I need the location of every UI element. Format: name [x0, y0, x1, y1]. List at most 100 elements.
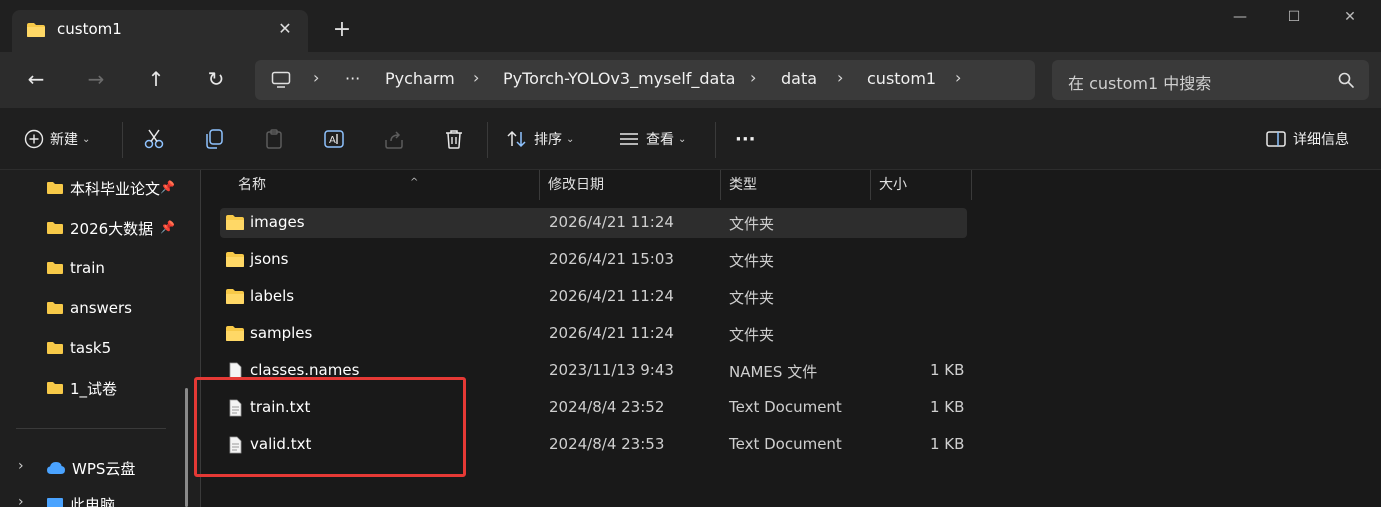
- folder-icon: [47, 262, 63, 274]
- file-name: samples: [250, 324, 313, 342]
- minimize-button[interactable]: —: [1220, 6, 1260, 28]
- new-tab-button[interactable]: +: [330, 18, 354, 42]
- title-bar: custom1 ✕ + — ☐ ✕: [0, 0, 1381, 52]
- file-size: 1 KB: [930, 361, 965, 379]
- paste-icon[interactable]: [263, 128, 285, 150]
- back-button[interactable]: ←: [18, 64, 54, 94]
- file-row[interactable]: jsons 2026/4/21 15:03 文件夹: [220, 245, 967, 275]
- annotation-highlight-box: [194, 377, 466, 477]
- sort-ascending-icon: ^: [410, 177, 419, 188]
- folder-icon: [226, 252, 244, 267]
- sort-button-label: 排序: [534, 132, 562, 148]
- chevron-right-icon[interactable]: ›: [18, 458, 24, 474]
- folder-icon: [226, 289, 244, 304]
- cut-icon[interactable]: [143, 128, 165, 150]
- sidebar-item-2026-bigdata[interactable]: 2026大数据: [46, 216, 176, 240]
- refresh-button[interactable]: ↻: [198, 64, 234, 94]
- file-row[interactable]: images 2026/4/21 11:24 文件夹: [220, 208, 967, 238]
- toolbar-divider: [122, 122, 123, 158]
- view-button-label: 查看: [646, 132, 674, 148]
- search-box[interactable]: 在 custom1 中搜索: [1052, 60, 1369, 100]
- breadcrumb-pycharm[interactable]: Pycharm: [385, 69, 455, 88]
- navigation-bar: ← → ↑ ↻ › ··· Pycharm › PyTorch-YOLOv3_m…: [0, 52, 1381, 108]
- breadcrumb-separator[interactable]: ›: [473, 68, 479, 87]
- file-modified: 2026/4/21 15:03: [549, 250, 674, 268]
- share-icon[interactable]: [383, 128, 405, 150]
- forward-button[interactable]: →: [78, 64, 114, 94]
- tab-custom1[interactable]: custom1 ✕: [12, 10, 308, 52]
- sidebar-item-train[interactable]: train: [46, 256, 176, 280]
- view-icon: [620, 133, 638, 145]
- address-bar[interactable]: › ··· Pycharm › PyTorch-YOLOv3_myself_da…: [255, 60, 1035, 100]
- up-button[interactable]: ↑: [138, 64, 174, 94]
- file-modified: 2023/11/13 9:43: [549, 361, 674, 379]
- delete-icon[interactable]: [443, 128, 465, 150]
- new-button[interactable]: 新建 ⌄: [24, 126, 90, 152]
- sort-icon: [507, 130, 526, 148]
- sidebar-item-thesis[interactable]: 本科毕业论文: [46, 176, 176, 200]
- file-modified: 2024/8/4 23:52: [549, 398, 665, 416]
- navigation-pane: 本科毕业论文 📌 2026大数据 📌 train answers task5 1…: [0, 170, 200, 507]
- pin-icon: 📌: [160, 220, 175, 234]
- close-window-button[interactable]: ✕: [1330, 6, 1370, 28]
- file-row[interactable]: labels 2026/4/21 11:24 文件夹: [220, 282, 967, 312]
- new-button-label: 新建: [50, 132, 78, 148]
- details-pane-label: 详细信息: [1293, 132, 1349, 148]
- close-tab-icon[interactable]: ✕: [274, 18, 296, 40]
- folder-icon: [47, 222, 63, 234]
- column-header-type[interactable]: 类型: [721, 170, 871, 200]
- file-type: 文件夹: [729, 326, 775, 344]
- maximize-button[interactable]: ☐: [1274, 6, 1314, 28]
- chevron-right-icon[interactable]: ›: [18, 494, 24, 507]
- breadcrumb-separator[interactable]: ›: [955, 68, 961, 87]
- breadcrumb-separator[interactable]: ›: [313, 68, 319, 87]
- sidebar-divider: [16, 428, 166, 429]
- file-type: 文件夹: [729, 215, 775, 233]
- column-header-modified[interactable]: 修改日期: [540, 170, 721, 200]
- breadcrumb-separator[interactable]: ›: [750, 68, 756, 87]
- search-icon[interactable]: [1337, 71, 1355, 89]
- toolbar-divider: [487, 122, 488, 158]
- sidebar-item-wps-cloud[interactable]: WPS云盘: [46, 456, 176, 480]
- breadcrumb-separator[interactable]: ›: [837, 68, 843, 87]
- chevron-down-icon: ⌄: [566, 133, 575, 145]
- view-button[interactable]: 查看 ⌄: [618, 126, 686, 152]
- file-modified: 2026/4/21 11:24: [549, 324, 674, 342]
- file-type: 文件夹: [729, 252, 775, 270]
- svg-text:A: A: [329, 135, 336, 146]
- column-header-size[interactable]: 大小: [871, 170, 972, 200]
- file-modified: 2024/8/4 23:53: [549, 435, 665, 453]
- command-bar: 新建 ⌄ A 排序 ⌄ 查看 ⌄ ··· 详细信息: [0, 108, 1381, 170]
- folder-icon: [47, 302, 63, 314]
- breadcrumb-pytorch-yolov3[interactable]: PyTorch-YOLOv3_myself_data: [503, 69, 735, 88]
- folder-icon: [47, 342, 63, 354]
- sidebar-scrollbar[interactable]: [185, 388, 188, 507]
- folder-icon: [47, 382, 63, 394]
- file-size: 1 KB: [930, 398, 965, 416]
- file-modified: 2026/4/21 11:24: [549, 213, 674, 231]
- breadcrumb-custom1[interactable]: custom1: [867, 69, 936, 88]
- chevron-down-icon: ⌄: [678, 133, 687, 145]
- breadcrumb-more[interactable]: ···: [345, 69, 360, 88]
- copy-icon[interactable]: [203, 128, 225, 150]
- more-options-button[interactable]: ···: [735, 126, 756, 152]
- search-input[interactable]: 在 custom1 中搜索: [1068, 70, 1211, 94]
- breadcrumb-data[interactable]: data: [781, 69, 817, 88]
- file-type: NAMES 文件: [729, 363, 818, 381]
- rename-icon[interactable]: A: [323, 128, 345, 150]
- toolbar-divider: [715, 122, 716, 158]
- pin-icon: 📌: [160, 180, 175, 194]
- sort-button[interactable]: 排序 ⌄: [506, 126, 574, 152]
- details-pane-button[interactable]: 详细信息: [1265, 126, 1349, 152]
- sidebar-item-this-pc[interactable]: 此电脑: [46, 492, 176, 507]
- column-header-name[interactable]: 名称 ^: [230, 170, 540, 200]
- file-row[interactable]: samples 2026/4/21 11:24 文件夹: [220, 319, 967, 349]
- sidebar-item-answers[interactable]: answers: [46, 296, 176, 320]
- file-name: images: [250, 213, 305, 231]
- sidebar-item-exam[interactable]: 1_试卷: [46, 376, 176, 400]
- sidebar-item-task5[interactable]: task5: [46, 336, 176, 360]
- computer-icon: [271, 71, 291, 88]
- folder-icon: [27, 23, 45, 37]
- file-type: Text Document: [729, 398, 842, 416]
- folder-icon: [47, 182, 63, 194]
